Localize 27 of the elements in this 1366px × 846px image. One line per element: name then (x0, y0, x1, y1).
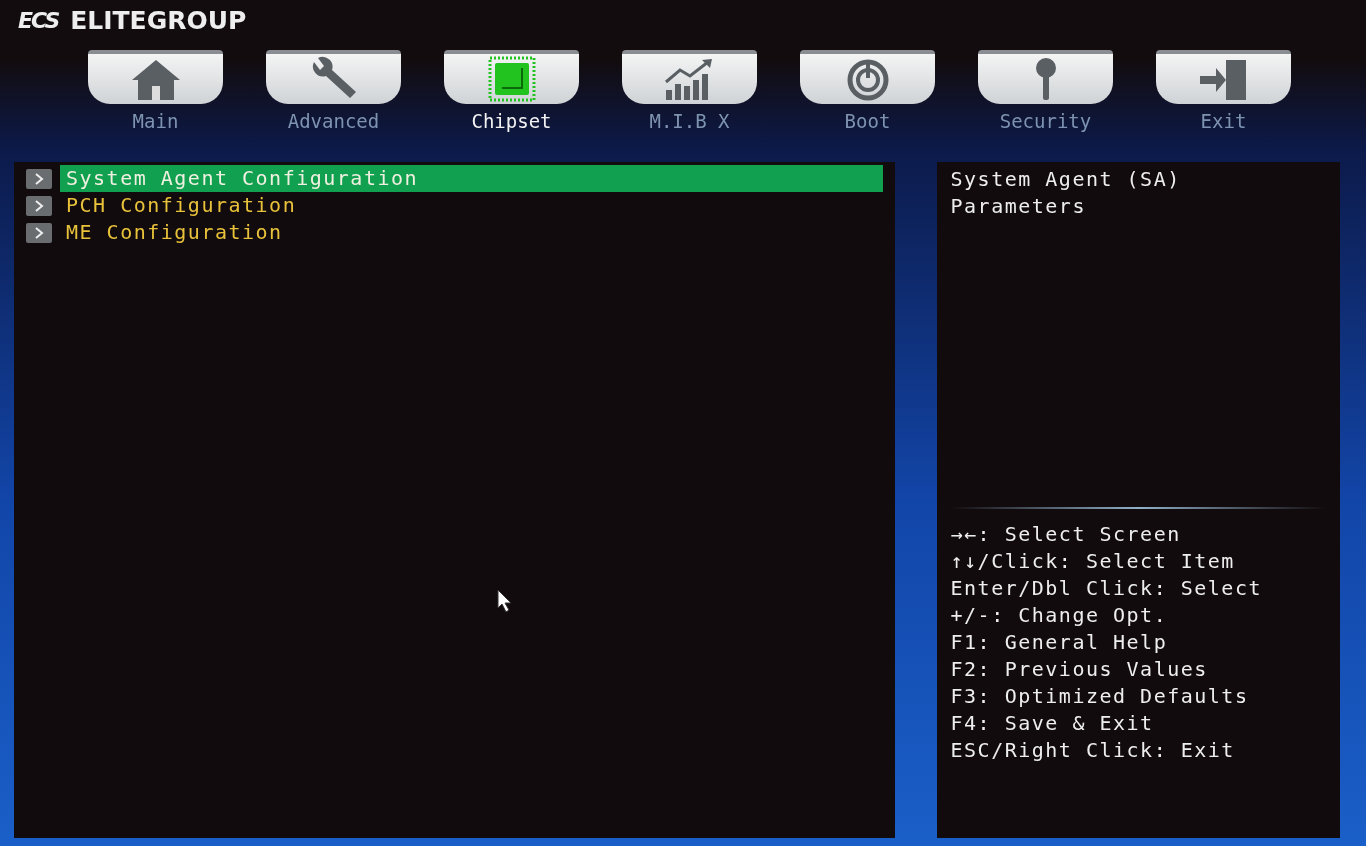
brand-name: ELITEGROUP (70, 5, 247, 35)
mouse-pointer-icon (497, 589, 513, 613)
menu-tab[interactable]: Security (968, 50, 1123, 152)
key-hint: Enter/Dbl Click: Select (950, 575, 1263, 602)
key-hint: ESC/Right Click: Exit (950, 737, 1236, 764)
logo: ECS (18, 7, 59, 33)
menu-tab[interactable]: Boot (790, 50, 945, 152)
submenu-item[interactable]: ME Configuration (60, 219, 883, 246)
submenu-item[interactable]: PCH Configuration (60, 192, 883, 219)
key-hint: F4: Save & Exit (950, 710, 1155, 737)
help-text: System Agent (SA) (950, 166, 1182, 193)
key-hint: F2: Previous Values (950, 656, 1209, 683)
key-hint: →←: Select Screen (950, 521, 1182, 548)
submenu-item[interactable]: System Agent Configuration (60, 165, 883, 192)
menu-tab[interactable]: Exit (1146, 50, 1301, 152)
chevron-icon (26, 168, 52, 189)
menu-tab[interactable]: Advanced (256, 50, 411, 152)
key-hint: +/-: Change Opt. (950, 602, 1169, 629)
chevron-icon (26, 222, 52, 243)
help-text: Parameters (950, 193, 1087, 220)
key-hint: F1: General Help (950, 629, 1169, 656)
key-hint: ↑↓/Click: Select Item (950, 548, 1236, 575)
menu-tab[interactable]: Chipset (434, 50, 589, 152)
menu-tab[interactable]: M.I.B X (612, 50, 767, 152)
menu-tab[interactable]: Main (78, 50, 233, 152)
key-hint: F3: Optimized Defaults (950, 683, 1250, 710)
chevron-icon (26, 195, 52, 216)
